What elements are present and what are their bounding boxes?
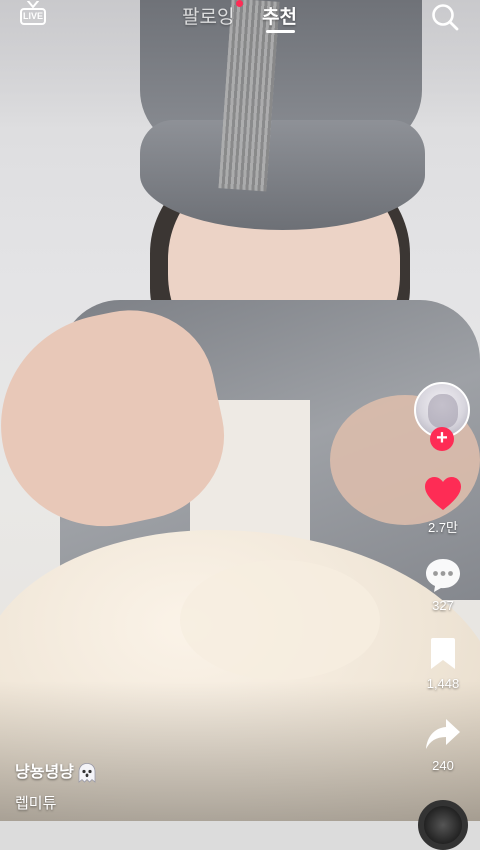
- active-tab-indicator: [266, 30, 295, 33]
- heart-icon: [425, 477, 461, 510]
- comment-button[interactable]: 327: [413, 557, 473, 613]
- share-icon: [426, 719, 460, 749]
- tab-for-you[interactable]: 추천: [262, 2, 297, 29]
- bookmark-count: 1,448: [426, 676, 460, 691]
- comment-count: 327: [432, 598, 454, 613]
- like-count: 2.7만: [427, 520, 459, 535]
- like-button[interactable]: 2.7만: [413, 476, 473, 536]
- creator-username[interactable]: 냥뇽녕냥: [15, 758, 98, 784]
- video-caption: 렙미튜: [15, 795, 57, 812]
- video-player[interactable]: [0, 0, 480, 821]
- video-frame-cap-brim: [140, 120, 425, 230]
- tab-following[interactable]: 팔로잉: [182, 2, 234, 29]
- new-content-dot: [236, 0, 243, 7]
- share-button[interactable]: 240: [413, 717, 473, 773]
- comment-icon: [426, 559, 460, 592]
- feed-tabs: 팔로잉 추천: [0, 0, 480, 40]
- caption-shade: [0, 681, 480, 821]
- share-count: 240: [432, 758, 454, 773]
- follow-plus-button[interactable]: +: [430, 427, 454, 451]
- ghost-icon: [78, 762, 96, 783]
- username-text: 냥뇽녕냥: [15, 764, 74, 781]
- bookmark-button[interactable]: 1,448: [413, 637, 473, 691]
- video-frame-blanket-fold: [180, 560, 380, 680]
- avatar-image: [428, 394, 458, 428]
- bookmark-icon: [431, 638, 455, 669]
- search-icon[interactable]: [430, 2, 460, 32]
- music-disc[interactable]: [418, 800, 468, 850]
